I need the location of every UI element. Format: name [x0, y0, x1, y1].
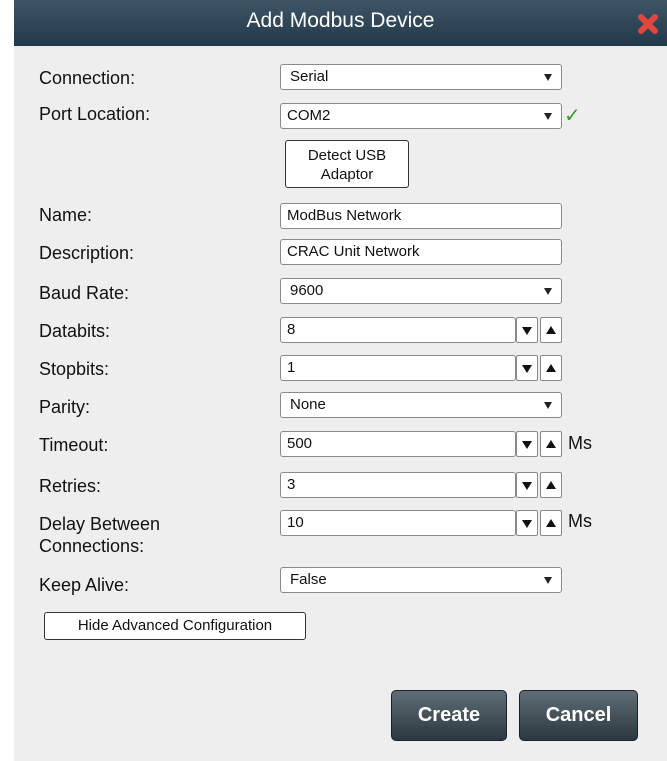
timeout-unit: Ms [568, 433, 592, 453]
dialog-title: Add Modbus Device [246, 9, 435, 32]
triangle-up-icon [546, 481, 556, 489]
triangle-up-icon [546, 519, 556, 527]
databits-increment-button[interactable] [540, 317, 562, 343]
triangle-down-icon [522, 520, 532, 528]
connection-select[interactable]: Serial [280, 64, 562, 90]
chevron-down-icon [544, 74, 552, 81]
chevron-down-icon [544, 288, 552, 295]
name-input[interactable]: ModBus Network [280, 203, 562, 229]
detect-usb-adaptor-button[interactable]: Detect USB Adaptor [285, 140, 409, 188]
connection-value: Serial [290, 68, 329, 85]
triangle-down-icon [522, 482, 532, 490]
triangle-down-icon [522, 441, 532, 449]
port-location-select[interactable]: COM2 [280, 103, 562, 129]
retries-input[interactable]: 3 [280, 472, 516, 498]
triangle-up-icon [546, 326, 556, 334]
retries-increment-button[interactable] [540, 472, 562, 498]
delay-unit: Ms [568, 511, 592, 531]
timeout-label: Timeout: [39, 435, 109, 455]
close-icon[interactable] [635, 11, 661, 37]
databits-decrement-button[interactable] [516, 317, 538, 343]
delay-increment-button[interactable] [540, 510, 562, 536]
timeout-increment-button[interactable] [540, 431, 562, 457]
add-modbus-device-dialog: Add Modbus Device Connection: Serial Por… [14, 0, 667, 761]
timeout-input[interactable]: 500 [280, 431, 516, 457]
connection-label: Connection: [39, 68, 136, 88]
chevron-down-icon [544, 113, 552, 120]
description-label: Description: [39, 243, 135, 263]
cancel-button[interactable]: Cancel [519, 690, 638, 741]
retries-label: Retries: [39, 476, 102, 496]
parity-value: None [290, 396, 326, 413]
stopbits-decrement-button[interactable] [516, 355, 538, 381]
keep-alive-value: False [290, 571, 327, 588]
detect-usb-label-line2: Adaptor [320, 166, 374, 183]
databits-label: Databits: [39, 321, 111, 341]
chevron-down-icon [544, 402, 552, 409]
stopbits-increment-button[interactable] [540, 355, 562, 381]
keep-alive-select[interactable]: False [280, 567, 562, 593]
parity-label: Parity: [39, 397, 91, 417]
delay-label-line1: Delay Between [39, 514, 161, 534]
stopbits-label: Stopbits: [39, 359, 110, 379]
databits-input[interactable]: 8 [280, 317, 516, 343]
delay-decrement-button[interactable] [516, 510, 538, 536]
triangle-up-icon [546, 440, 556, 448]
check-icon: ✓ [564, 105, 581, 127]
description-input[interactable]: CRAC Unit Network [280, 239, 562, 265]
stopbits-input[interactable]: 1 [280, 355, 516, 381]
chevron-down-icon [544, 577, 552, 584]
parity-select[interactable]: None [280, 392, 562, 418]
detect-usb-label-line1: Detect USB [307, 147, 387, 164]
dialog-titlebar: Add Modbus Device [14, 0, 667, 46]
baud-rate-value: 9600 [290, 282, 324, 299]
hide-advanced-configuration-button[interactable]: Hide Advanced Configuration [44, 612, 306, 640]
baud-rate-label: Baud Rate: [39, 283, 130, 303]
port-location-value: COM2 [287, 107, 331, 124]
timeout-decrement-button[interactable] [516, 431, 538, 457]
port-location-label: Port Location: [39, 104, 151, 124]
triangle-down-icon [522, 365, 532, 373]
keep-alive-label: Keep Alive: [39, 575, 130, 595]
triangle-up-icon [546, 364, 556, 372]
baud-rate-select[interactable]: 9600 [280, 278, 562, 304]
delay-input[interactable]: 10 [280, 510, 516, 536]
retries-decrement-button[interactable] [516, 472, 538, 498]
delay-label-line2: Connections: [39, 536, 145, 556]
triangle-down-icon [522, 327, 532, 335]
create-button[interactable]: Create [391, 690, 507, 741]
delay-between-connections-label: Delay Between Connections: [39, 513, 160, 557]
name-label: Name: [39, 205, 93, 225]
